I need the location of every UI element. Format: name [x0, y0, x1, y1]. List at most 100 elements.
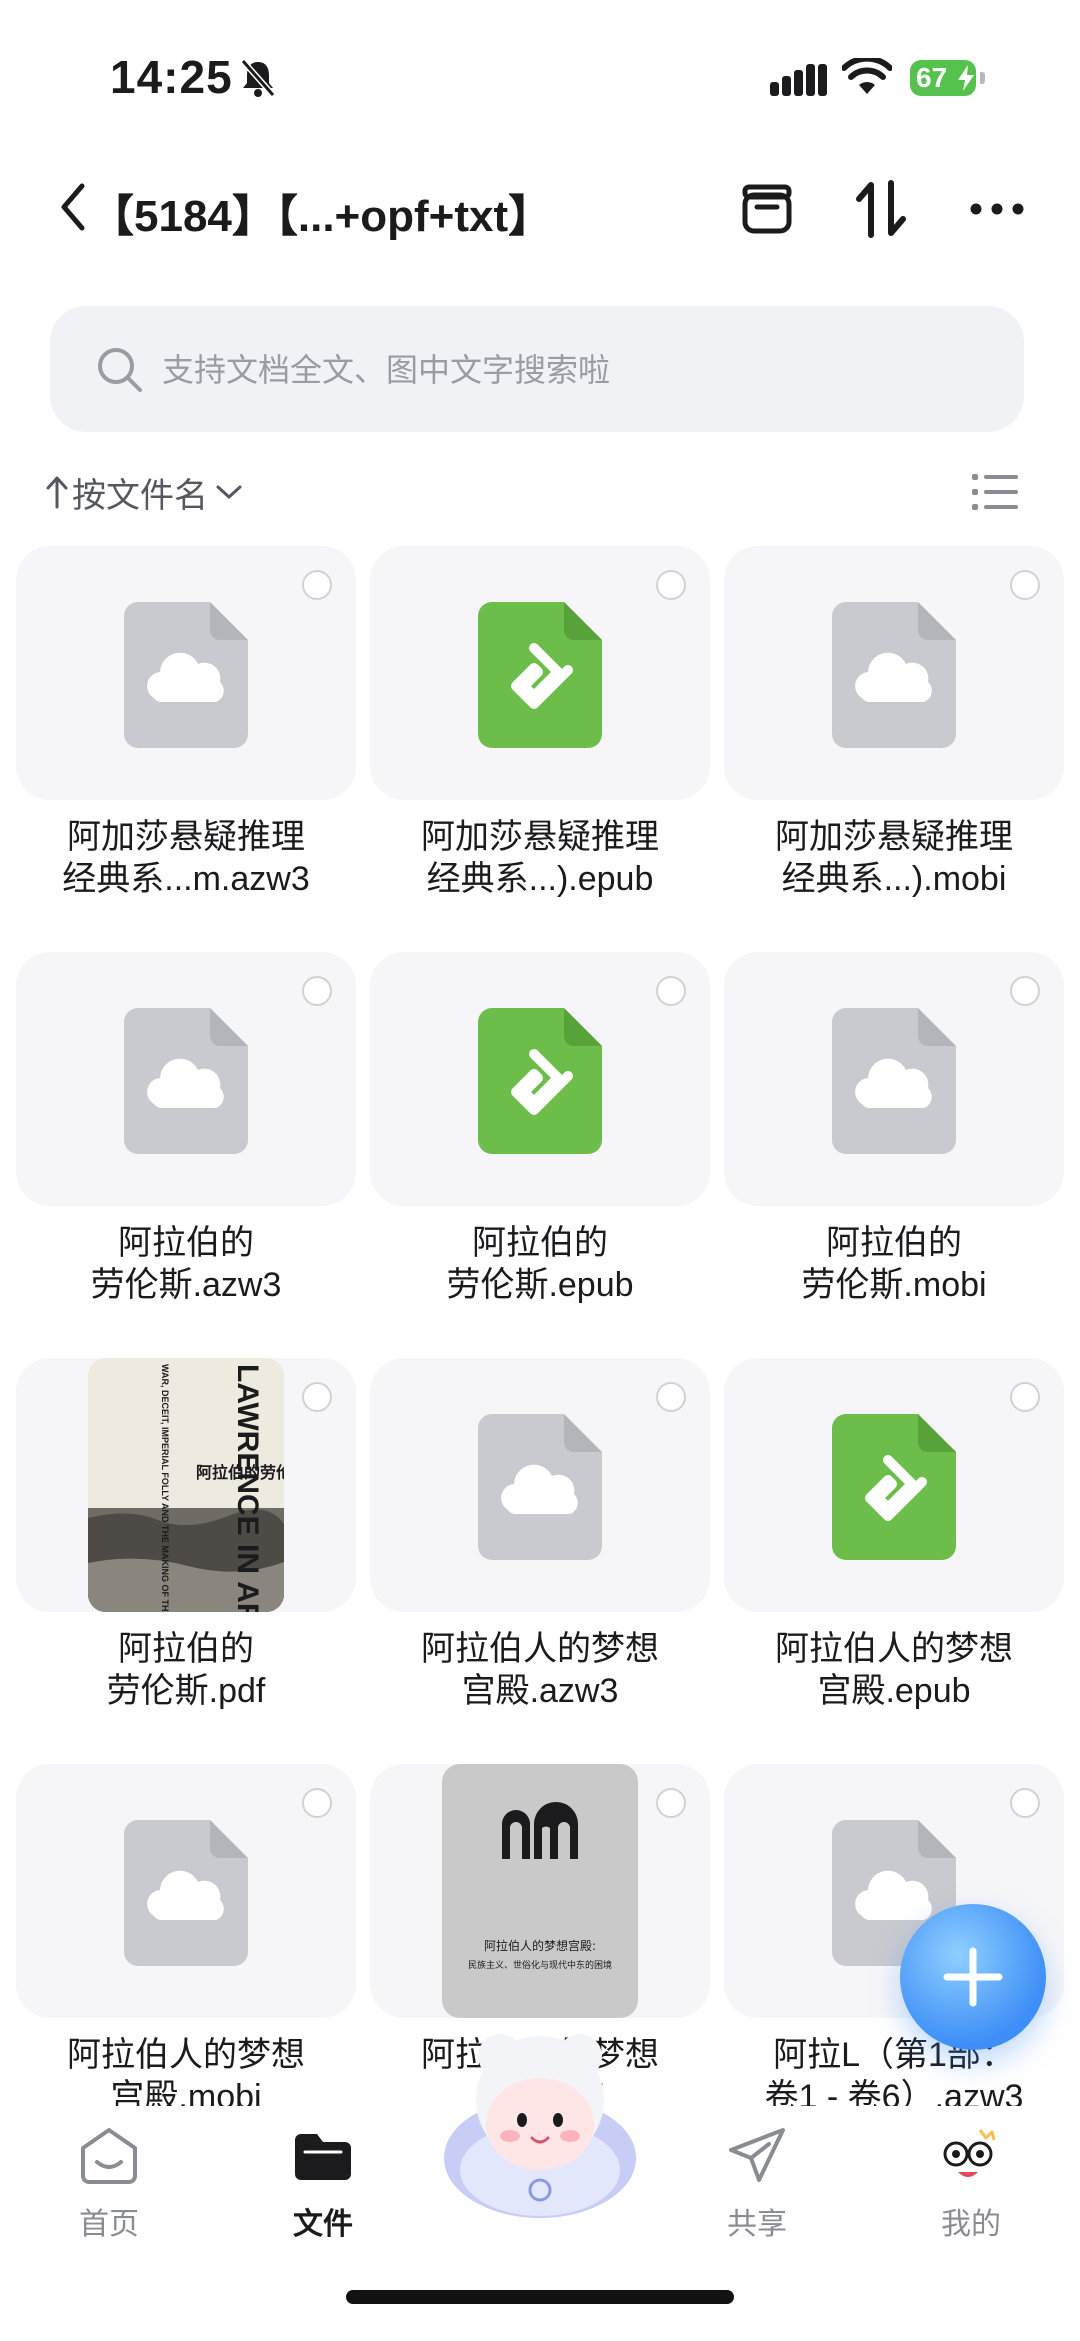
wifi-icon	[842, 58, 892, 94]
file-name-line2: 宫殿.mobi	[110, 2078, 262, 2106]
cloud-file-icon	[124, 1008, 248, 1154]
select-checkbox[interactable]	[1010, 976, 1040, 1006]
file-name-line2: 劳伦斯.epub	[446, 1266, 634, 1304]
profile-face-icon	[943, 2129, 996, 2177]
add-button[interactable]	[900, 1904, 1046, 2050]
file-item[interactable]: 阿拉伯人的梦想 宫殿.azw3	[370, 1358, 710, 1758]
select-checkbox[interactable]	[302, 1788, 332, 1818]
search-bar[interactable]	[50, 306, 1024, 434]
sort-selector[interactable]: 按文件名	[46, 462, 242, 522]
cover-subtitle-en: WAR, DECEIT, IMPERIAL FOLLY AND THE MAKI…	[160, 1364, 170, 1612]
select-checkbox[interactable]	[1010, 570, 1040, 600]
select-checkbox[interactable]	[1010, 1788, 1040, 1818]
file-name-line1: 阿拉伯的	[118, 1630, 254, 1668]
file-name: 阿拉伯的 劳伦斯.epub	[370, 1222, 710, 1306]
file-name-line2: 卷1 - 卷6）.azw3	[764, 2078, 1024, 2106]
more-button[interactable]	[962, 174, 1032, 244]
silent-bell-icon	[240, 59, 276, 97]
select-checkbox[interactable]	[656, 1788, 686, 1818]
file-grid: 阿加莎悬疑推理 经典系...m.azw3 阿加莎悬疑推理 经典系...).epu…	[16, 546, 1064, 2106]
file-thumbnail	[724, 1358, 1064, 1612]
search-input[interactable]	[160, 306, 984, 434]
epub-file-icon	[478, 602, 602, 748]
home-face-icon	[81, 2128, 137, 2184]
cover-title-en: LAWRENCE IN ARABIA	[231, 1364, 264, 1612]
file-item[interactable]: LAWRENCE IN ARABIA WAR, DECEIT, IMPERIAL…	[16, 1358, 356, 1758]
file-name-line1: 阿拉伯的	[472, 1224, 608, 1262]
file-name: 阿拉伯的 劳伦斯.mobi	[724, 1222, 1064, 1306]
battery-tip	[980, 72, 985, 84]
file-name-line2: 宫殿.azw3	[461, 1672, 619, 1710]
file-name-line1: 阿加莎悬疑推理	[421, 818, 659, 856]
file-thumbnail	[370, 546, 710, 800]
file-name-line1: 阿拉伯的	[826, 1224, 962, 1262]
epub-file-icon	[478, 1008, 602, 1154]
sort-label: 按文件名	[72, 476, 208, 515]
file-thumbnail	[724, 546, 1064, 800]
file-name: 阿拉伯人的梦想 宫殿.azw3	[370, 1628, 710, 1712]
folder-icon	[295, 2134, 351, 2180]
nav-label: 我的	[941, 2208, 1001, 2241]
file-name-line1: 阿拉伯人的梦想	[421, 1630, 659, 1668]
folder-title: 【5184】【...+opf+txt】	[90, 192, 553, 241]
home-indicator	[346, 2290, 734, 2304]
file-item[interactable]: 阿拉伯人的梦想 宫殿.mobi	[16, 1764, 356, 2106]
nav-label: 文件	[293, 2208, 353, 2241]
cloud-file-icon	[124, 1820, 248, 1966]
battery-level: 67	[916, 62, 948, 93]
file-thumbnail	[16, 546, 356, 800]
header: 【5184】【...+opf+txt】	[0, 150, 1080, 270]
nav-profile[interactable]: 我的	[896, 2126, 1046, 2256]
nav-label: 首页	[79, 2208, 139, 2241]
book-cover-lawrence: LAWRENCE IN ARABIA WAR, DECEIT, IMPERIAL…	[88, 1358, 284, 1612]
file-item[interactable]: 阿加莎悬疑推理 经典系...).mobi	[724, 546, 1064, 946]
file-name: 阿拉伯人的梦想 宫殿.epub	[724, 1628, 1064, 1712]
select-checkbox[interactable]	[302, 1382, 332, 1412]
file-name-line2: 经典系...m.azw3	[62, 860, 310, 898]
file-thumbnail	[16, 952, 356, 1206]
cloud-file-icon	[124, 602, 248, 748]
file-item[interactable]: 阿加莎悬疑推理 经典系...).epub	[370, 546, 710, 946]
cover-title-cn: 阿拉伯人的梦想宫殿:	[484, 1938, 596, 1953]
file-thumbnail	[370, 952, 710, 1206]
file-name-line2: 经典系...).epub	[426, 860, 654, 898]
file-name-line2: 经典系...).mobi	[781, 860, 1007, 898]
file-name: 阿拉伯的 劳伦斯.azw3	[16, 1222, 356, 1306]
mascot-icon	[444, 2034, 636, 2218]
sort-order-button[interactable]	[846, 174, 916, 244]
select-checkbox[interactable]	[302, 570, 332, 600]
mascot-assistant[interactable]	[440, 2020, 640, 2240]
file-thumbnail: 阿拉伯人的梦想宫殿: 民族主义、世俗化与现代中东的困境	[370, 1764, 710, 2018]
file-name: 阿拉伯的 劳伦斯.pdf	[16, 1628, 356, 1712]
file-name-line2: 劳伦斯.mobi	[801, 1266, 987, 1304]
battery-indicator: 67	[910, 60, 976, 96]
more-dots-icon	[970, 203, 1024, 215]
select-checkbox[interactable]	[302, 976, 332, 1006]
back-chevron-icon[interactable]	[58, 182, 88, 232]
file-name-line2: 宫殿.epub	[817, 1672, 971, 1710]
file-name-line2: 劳伦斯.pdf	[106, 1672, 266, 1710]
file-name: 阿加莎悬疑推理 经典系...m.azw3	[16, 816, 356, 900]
file-item[interactable]: 阿拉伯的 劳伦斯.mobi	[724, 952, 1064, 1352]
file-name: 阿加莎悬疑推理 经典系...).mobi	[724, 816, 1064, 900]
select-checkbox[interactable]	[656, 976, 686, 1006]
nav-files[interactable]: 文件	[248, 2126, 398, 2256]
file-item[interactable]: 阿拉伯的 劳伦斯.azw3	[16, 952, 356, 1352]
file-item[interactable]: 阿加莎悬疑推理 经典系...m.azw3	[16, 546, 356, 946]
cover-title-cn: 阿拉伯的劳伦斯	[196, 1463, 284, 1482]
cloud-file-icon	[832, 602, 956, 748]
arrow-up-icon	[46, 476, 68, 509]
archive-button[interactable]	[732, 174, 802, 244]
status-time: 14:25	[110, 51, 233, 103]
nav-share[interactable]: 共享	[682, 2126, 832, 2256]
search-icon	[98, 348, 142, 392]
list-view-icon[interactable]	[972, 472, 1018, 512]
nav-home[interactable]: 首页	[34, 2126, 184, 2256]
file-name-line1: 阿加莎悬疑推理	[775, 818, 1013, 856]
cover-subtitle-cn: 民族主义、世俗化与现代中东的困境	[468, 1959, 612, 1971]
select-checkbox[interactable]	[656, 570, 686, 600]
file-item[interactable]: 阿拉伯人的梦想 宫殿.epub	[724, 1358, 1064, 1758]
file-item[interactable]: 阿拉伯的 劳伦斯.epub	[370, 952, 710, 1352]
select-checkbox[interactable]	[1010, 1382, 1040, 1412]
select-checkbox[interactable]	[656, 1382, 686, 1412]
